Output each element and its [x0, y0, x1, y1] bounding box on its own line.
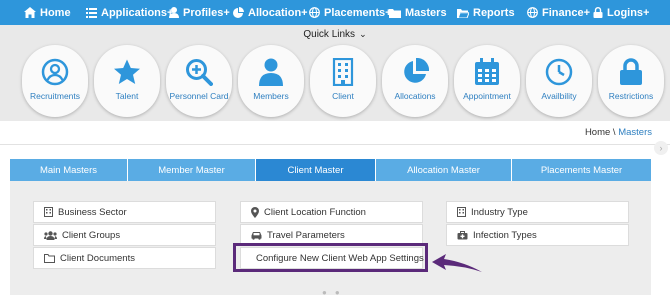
- pie-icon: [233, 7, 244, 18]
- quick-links-toggle[interactable]: Quick Links ⌄: [0, 29, 670, 40]
- breadcrumb: Home \ Masters: [584, 127, 652, 138]
- car-icon: [251, 231, 262, 240]
- quicklink-members[interactable]: Members: [238, 45, 304, 117]
- infection-types-button[interactable]: Infection Types: [446, 224, 629, 246]
- folder-open-icon: [457, 8, 469, 18]
- quicklink-client[interactable]: Client: [310, 45, 376, 117]
- building-icon: [457, 207, 466, 217]
- top-navbar: Home Applications+ Profiles+ Allocation+…: [0, 0, 670, 25]
- user-circle-icon: [41, 58, 69, 86]
- highlight-box: [233, 243, 428, 272]
- user-icon: [259, 58, 283, 86]
- nav-reports[interactable]: Reports: [457, 0, 515, 25]
- folder-icon: [389, 8, 401, 18]
- globe-icon: [309, 7, 320, 18]
- tab-client-master[interactable]: Client Master: [256, 159, 376, 181]
- tab-member-master[interactable]: Member Master: [128, 159, 256, 181]
- client-documents-button[interactable]: Client Documents: [33, 247, 216, 269]
- quicklink-appointment[interactable]: Appointment: [454, 45, 520, 117]
- breadcrumb-current[interactable]: Masters: [618, 127, 652, 138]
- nav-allocation[interactable]: Allocation+: [233, 0, 308, 25]
- industry-type-button[interactable]: Industry Type: [446, 201, 629, 223]
- quicklink-allocations[interactable]: Allocations: [382, 45, 448, 117]
- divider: [0, 144, 670, 145]
- user-icon: [169, 7, 179, 18]
- pagination-dots: ●●: [322, 288, 348, 295]
- tab-allocation-master[interactable]: Allocation Master: [376, 159, 512, 181]
- nav-profiles[interactable]: Profiles+: [169, 0, 230, 25]
- business-sector-button[interactable]: Business Sector: [33, 201, 216, 223]
- nav-applications[interactable]: Applications+: [86, 0, 173, 25]
- nav-placements[interactable]: Placements+: [309, 0, 392, 25]
- breadcrumb-home[interactable]: Home: [585, 127, 610, 138]
- folder-icon: [44, 253, 55, 263]
- quicklink-availability[interactable]: Availbility: [526, 45, 592, 117]
- calendar-icon: [475, 58, 499, 85]
- masters-tabs: Main Masters Member Master Client Master…: [10, 159, 651, 181]
- quicklink-talent[interactable]: Talent: [94, 45, 160, 117]
- search-plus-icon: [186, 59, 213, 86]
- medkit-icon: [457, 230, 468, 239]
- home-icon: [24, 7, 36, 18]
- lock-icon: [593, 7, 603, 18]
- nav-masters[interactable]: Masters: [389, 0, 447, 25]
- lock-icon: [620, 58, 642, 85]
- client-location-function-button[interactable]: Client Location Function: [240, 201, 423, 223]
- chevron-right-icon[interactable]: ›: [654, 141, 668, 155]
- chevron-down-icon: ⌄: [359, 29, 367, 39]
- globe-icon: [527, 7, 538, 18]
- star-icon: [114, 59, 140, 84]
- pie-chart-icon: [404, 58, 429, 83]
- clock-icon: [545, 58, 573, 86]
- building-icon: [332, 58, 354, 86]
- building-icon: [44, 207, 53, 217]
- client-groups-button[interactable]: Client Groups: [33, 224, 216, 246]
- nav-logins[interactable]: Logins+: [593, 0, 649, 25]
- list-icon: [86, 7, 97, 18]
- annotation-arrow-icon: [432, 254, 482, 272]
- nav-home[interactable]: Home: [24, 0, 71, 25]
- quicklink-personnel-card[interactable]: Personnel Card: [166, 45, 232, 117]
- quicklink-restrictions[interactable]: Restrictions: [598, 45, 664, 117]
- tab-placements-master[interactable]: Placements Master: [512, 159, 651, 181]
- quick-links-panel: Quick Links ⌄ Recruitments Talent Personn…: [0, 25, 670, 121]
- quicklink-recruitments[interactable]: Recruitments: [22, 45, 88, 117]
- tab-main-masters[interactable]: Main Masters: [10, 159, 128, 181]
- map-marker-icon: [251, 206, 259, 218]
- nav-finance[interactable]: Finance+: [527, 0, 590, 25]
- users-icon: [44, 230, 57, 240]
